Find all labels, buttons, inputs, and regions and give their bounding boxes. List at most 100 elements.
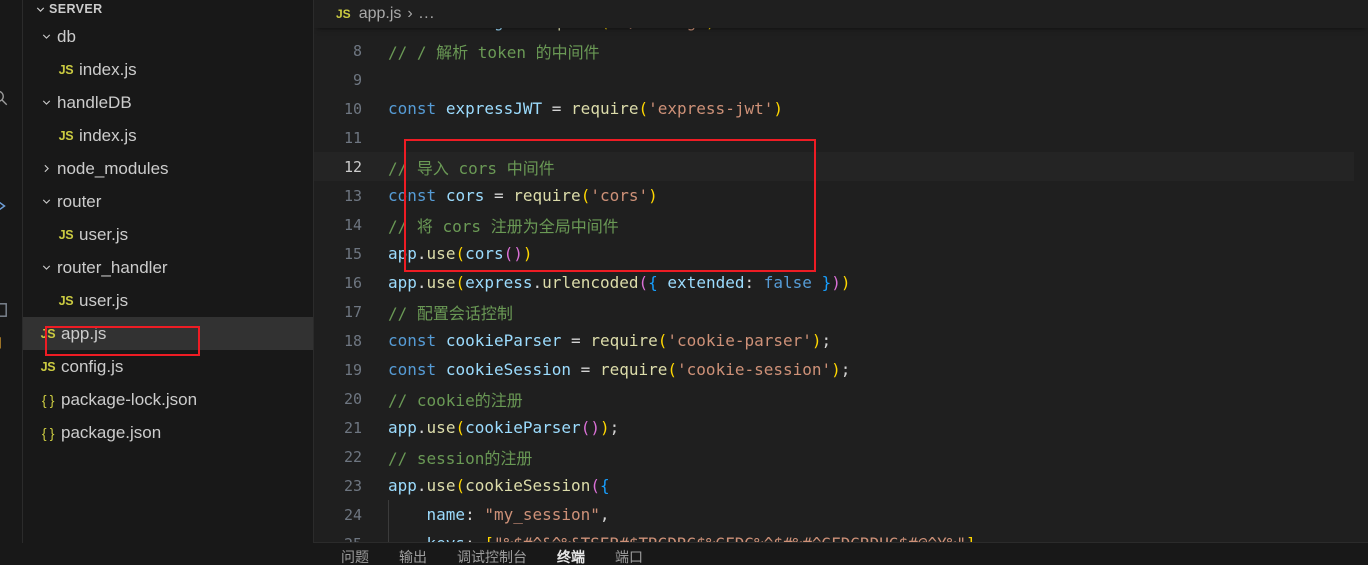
tree-item-package-json[interactable]: { } package.json xyxy=(23,416,313,449)
tree-item-label: node_modules xyxy=(57,158,169,178)
explorer-section-header[interactable]: SERVER xyxy=(23,0,313,20)
tree-item-label: app.js xyxy=(61,323,107,343)
tree-item-label: user.js xyxy=(79,224,129,244)
tree-item-label: package.json xyxy=(61,422,162,442)
code-line-text: app.use(express.urlencoded({ extended: f… xyxy=(388,273,851,292)
panel-tab-2[interactable]: 调试控制台 xyxy=(457,549,527,565)
code-line[interactable]: 11 xyxy=(314,123,1368,152)
code-line[interactable]: 24 name: "my_session", xyxy=(314,500,1368,529)
code-line[interactable]: 19 const cookieSession = require('cookie-… xyxy=(314,355,1368,384)
run-and-debug-icon[interactable] xyxy=(0,192,14,220)
code-line[interactable]: 12 // 导入 cors 中间件 xyxy=(314,152,1368,181)
line-number: 13 xyxy=(343,186,362,205)
code-line[interactable]: 18 const cookieParser = require('cookie-p… xyxy=(314,326,1368,355)
extensions-icon[interactable] xyxy=(0,296,14,324)
code-line[interactable]: 8 // / 解析 token 的中间件 xyxy=(314,36,1368,65)
code-line-text: // 配置会话控制 xyxy=(388,303,513,323)
tree-item-index-js[interactable]: JS index.js xyxy=(23,53,313,86)
json-file-icon: { } xyxy=(41,391,55,408)
chevron-down-icon xyxy=(37,28,55,46)
tree-item-node-modules[interactable]: node_modules xyxy=(23,152,313,185)
chevron-down-icon xyxy=(31,0,49,18)
breadcrumb[interactable]: JS app.js › ... xyxy=(314,0,1368,28)
tree-item-handledb[interactable]: handleDB xyxy=(23,86,313,119)
panel-tab-1[interactable]: 输出 xyxy=(399,549,427,565)
line-number: 8 xyxy=(352,41,362,60)
tree-item-label: db xyxy=(57,26,76,46)
line-number: 19 xyxy=(343,360,362,379)
tree-item-config-js[interactable]: JS config.js xyxy=(23,350,313,383)
line-number: 14 xyxy=(343,215,362,234)
sidebar-footer xyxy=(0,543,313,565)
code-line-text: // session的注册 xyxy=(388,448,533,468)
panel-tab-3[interactable]: 终端 xyxy=(557,549,585,565)
code-line-text: const config = require('./config') xyxy=(388,28,1368,31)
code-line-text: // cookie的注册 xyxy=(388,390,523,410)
chevron-right-icon xyxy=(37,160,55,178)
tree-item-package-lock-json[interactable]: { } package-lock.json xyxy=(23,383,313,416)
code-line-text: const expressJWT = require('express-jwt'… xyxy=(388,99,783,118)
js-file-icon: JS xyxy=(40,359,56,374)
line-number: 23 xyxy=(343,476,362,495)
code-line-text: // 将 cors 注册为全局中间件 xyxy=(388,216,619,236)
code-line[interactable]: 17 // 配置会话控制 xyxy=(314,297,1368,326)
code-line-text: const cors = require('cors') xyxy=(388,186,658,205)
panel-tab-4[interactable]: 端口 xyxy=(615,549,643,565)
line-number: 7 xyxy=(314,28,388,31)
code-line[interactable]: 10 const expressJWT = require('express-jw… xyxy=(314,94,1368,123)
js-file-icon: JS xyxy=(58,227,74,242)
tree-item-db[interactable]: db xyxy=(23,20,313,53)
js-file-icon: JS xyxy=(58,62,74,77)
tree-item-router-handler[interactable]: router_handler xyxy=(23,251,313,284)
tree-item-label: index.js xyxy=(79,59,137,79)
code-line[interactable]: 22 // session的注册 xyxy=(314,442,1368,471)
search-icon[interactable] xyxy=(0,84,14,112)
line-number: 9 xyxy=(352,70,362,89)
bottom-panel-tabs: 问题 输出 调试控制台 终端 端口 xyxy=(313,542,1368,565)
js-file-icon: JS xyxy=(336,7,351,21)
explorer-sidebar: SERVER db JS index.js handleDB JS index.js nod… xyxy=(23,0,314,565)
js-file-icon: JS xyxy=(40,326,56,341)
vscode-window: SERVER db JS index.js handleDB JS index.js nod… xyxy=(0,0,1368,565)
code-line[interactable]: 21 app.use(cookieParser()); xyxy=(314,413,1368,442)
tree-item-user-js[interactable]: JS user.js xyxy=(23,218,313,251)
code-line-text: const cookieParser = require('cookie-par… xyxy=(388,331,832,350)
line-number: 10 xyxy=(343,99,362,118)
code-line[interactable]: 23 app.use(cookieSession({ xyxy=(314,471,1368,500)
code-line[interactable]: 16 app.use(express.urlencoded({ extended:… xyxy=(314,268,1368,297)
code-line-text: name: "my_session", xyxy=(426,505,610,524)
code-line[interactable]: 15 app.use(cors()) xyxy=(314,239,1368,268)
code-line-text: app.use(cookieParser()); xyxy=(388,418,620,437)
tree-item-label: index.js xyxy=(79,125,137,145)
line-number: 12 xyxy=(343,157,362,176)
line-number: 17 xyxy=(343,302,362,321)
js-file-icon: JS xyxy=(58,293,74,308)
line-number: 16 xyxy=(343,273,362,292)
tree-item-label: handleDB xyxy=(57,92,132,112)
tree-item-label: config.js xyxy=(61,356,124,376)
accounts-icon[interactable] xyxy=(0,330,14,358)
line-number: 22 xyxy=(343,447,362,466)
tree-item-index-js[interactable]: JS index.js xyxy=(23,119,313,152)
code-line[interactable]: 14 // 将 cors 注册为全局中间件 xyxy=(314,210,1368,239)
code-line[interactable]: 13 const cors = require('cors') xyxy=(314,181,1368,210)
code-line[interactable]: 7const config = require('./config') xyxy=(314,28,1368,36)
code-line[interactable]: 25 keys: ["%$#^&^%&TSER#$TRGDRG$%GFDG%^$… xyxy=(314,529,1368,543)
code-editor[interactable]: 7const config = require('./config') 8 // /… xyxy=(314,28,1368,543)
tree-item-app-js[interactable]: JS app.js xyxy=(23,317,313,350)
code-line[interactable]: 20 // cookie的注册 xyxy=(314,384,1368,413)
breadcrumb-file-name[interactable]: app.js xyxy=(359,5,402,23)
line-number: 20 xyxy=(343,389,362,408)
code-line[interactable]: 9 xyxy=(314,65,1368,94)
breadcrumb-more[interactable]: ... xyxy=(419,5,435,23)
tree-item-router[interactable]: router xyxy=(23,185,313,218)
chevron-down-icon xyxy=(37,94,55,112)
activity-bar xyxy=(0,0,23,565)
editor-scrollbar[interactable] xyxy=(1354,28,1368,543)
tree-item-label: user.js xyxy=(79,290,129,310)
tree-item-label: router xyxy=(57,191,102,211)
tree-item-user-js[interactable]: JS user.js xyxy=(23,284,313,317)
explorer-section-title: SERVER xyxy=(49,2,103,16)
panel-tab-0[interactable]: 问题 xyxy=(341,549,369,565)
code-line-text: // / 解析 token 的中间件 xyxy=(388,42,600,62)
